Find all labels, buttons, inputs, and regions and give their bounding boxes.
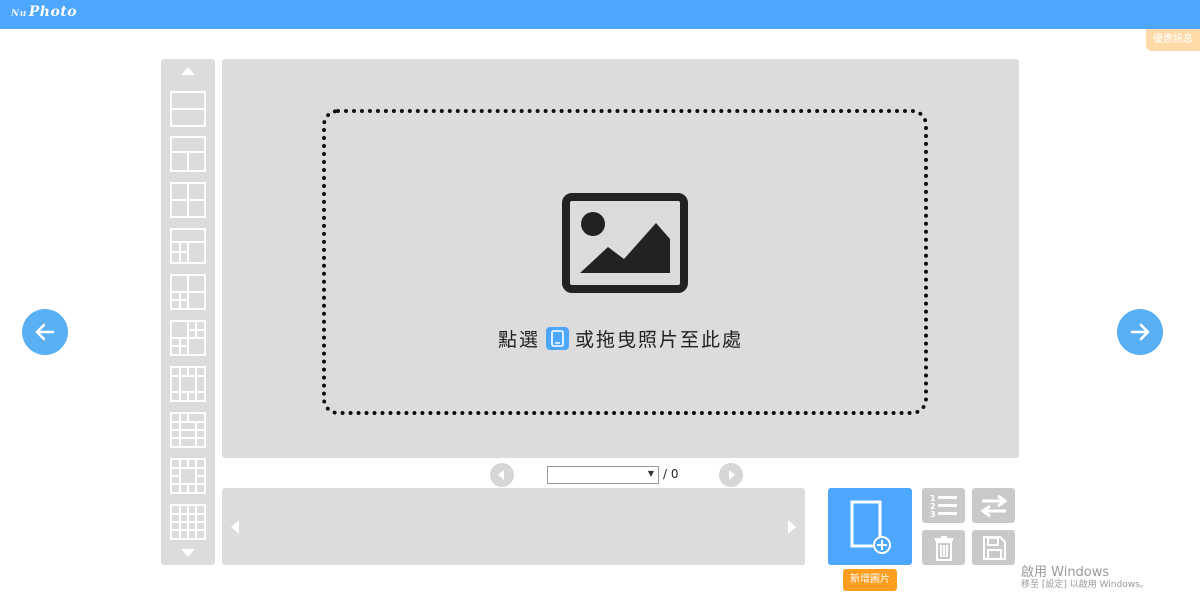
layout-panel [161,59,215,565]
layout-2-rows[interactable] [170,91,206,127]
layout-12-frame[interactable] [170,458,206,494]
image-placeholder-icon [562,193,688,293]
phone-upload-icon[interactable] [546,327,569,350]
save-button[interactable] [972,530,1015,565]
windows-activation-hint: 移至 [設定] 以啟用 Windows。 [1021,580,1149,590]
photo-canvas: 點選 或拖曳照片至此處 [222,59,1019,458]
layout-scroll-up-button[interactable] [181,67,195,75]
layout-16-grid[interactable] [170,504,206,540]
swap-button[interactable] [972,488,1015,523]
layout-mixed-6[interactable] [170,274,206,310]
top-bar: Nu Photo [0,0,1200,29]
add-page-icon [850,500,891,554]
promo-tab[interactable]: 優惠訊息 [1146,29,1200,51]
svg-text:3: 3 [930,510,936,519]
layout-1-over-2[interactable] [170,136,206,172]
phone-icon [551,330,564,347]
page-selector: ▼ / 0 [490,463,744,487]
layout-9-border[interactable] [170,366,206,402]
drop-text-drag: 或拖曳照片至此處 [575,329,744,351]
delete-button[interactable] [922,530,965,565]
layout-scroll-down-button[interactable] [181,549,195,557]
layout-mixed-6-icon [172,276,204,308]
layout-10-mixed[interactable] [170,412,206,448]
layout-2-rows-icon [172,108,204,110]
layout-9-border-icon [172,368,204,400]
pager-next-button[interactable] [719,463,743,487]
previous-page-button[interactable] [22,309,68,355]
layout-mixed-7-icon [172,322,204,354]
swap-arrows-icon [979,494,1008,517]
strip-scroll-right-button[interactable] [788,520,796,534]
strip-scroll-left-button[interactable] [231,520,239,534]
drop-instruction: 點選 或拖曳照片至此處 [222,325,1019,352]
layout-16-grid-icon [172,506,204,538]
pager-prev-button[interactable] [490,463,514,487]
add-page-button[interactable] [828,488,912,565]
layout-12-frame-icon [172,460,204,492]
arrow-left-icon [35,323,55,341]
page-order-button[interactable]: 1 2 3 [922,488,965,523]
nuphoto-logo[interactable]: Nu Photo [11,4,77,20]
chevron-down-icon: ▼ [647,469,654,478]
next-page-button[interactable] [1117,309,1163,355]
trash-icon [934,535,953,561]
layout-1-over-5[interactable] [170,228,206,264]
arrow-right-icon [1130,323,1150,341]
layout-mixed-7[interactable] [170,320,206,356]
drop-text-select: 點選 [497,329,540,351]
layout-4-grid[interactable] [170,182,206,218]
thumbnail-strip [222,488,805,565]
add-page-label[interactable]: 新增圖片 [843,569,897,591]
page-select[interactable]: ▼ [547,466,659,484]
numbered-list-icon: 1 2 3 [930,494,957,519]
layout-1-over-2-icon [172,151,204,170]
layout-1-over-5-icon [172,241,204,262]
floppy-disk-icon [982,535,1006,560]
layout-4-grid-icon [172,184,204,216]
page-total: / 0 [663,467,679,481]
layout-10-mixed-icon [172,414,204,446]
